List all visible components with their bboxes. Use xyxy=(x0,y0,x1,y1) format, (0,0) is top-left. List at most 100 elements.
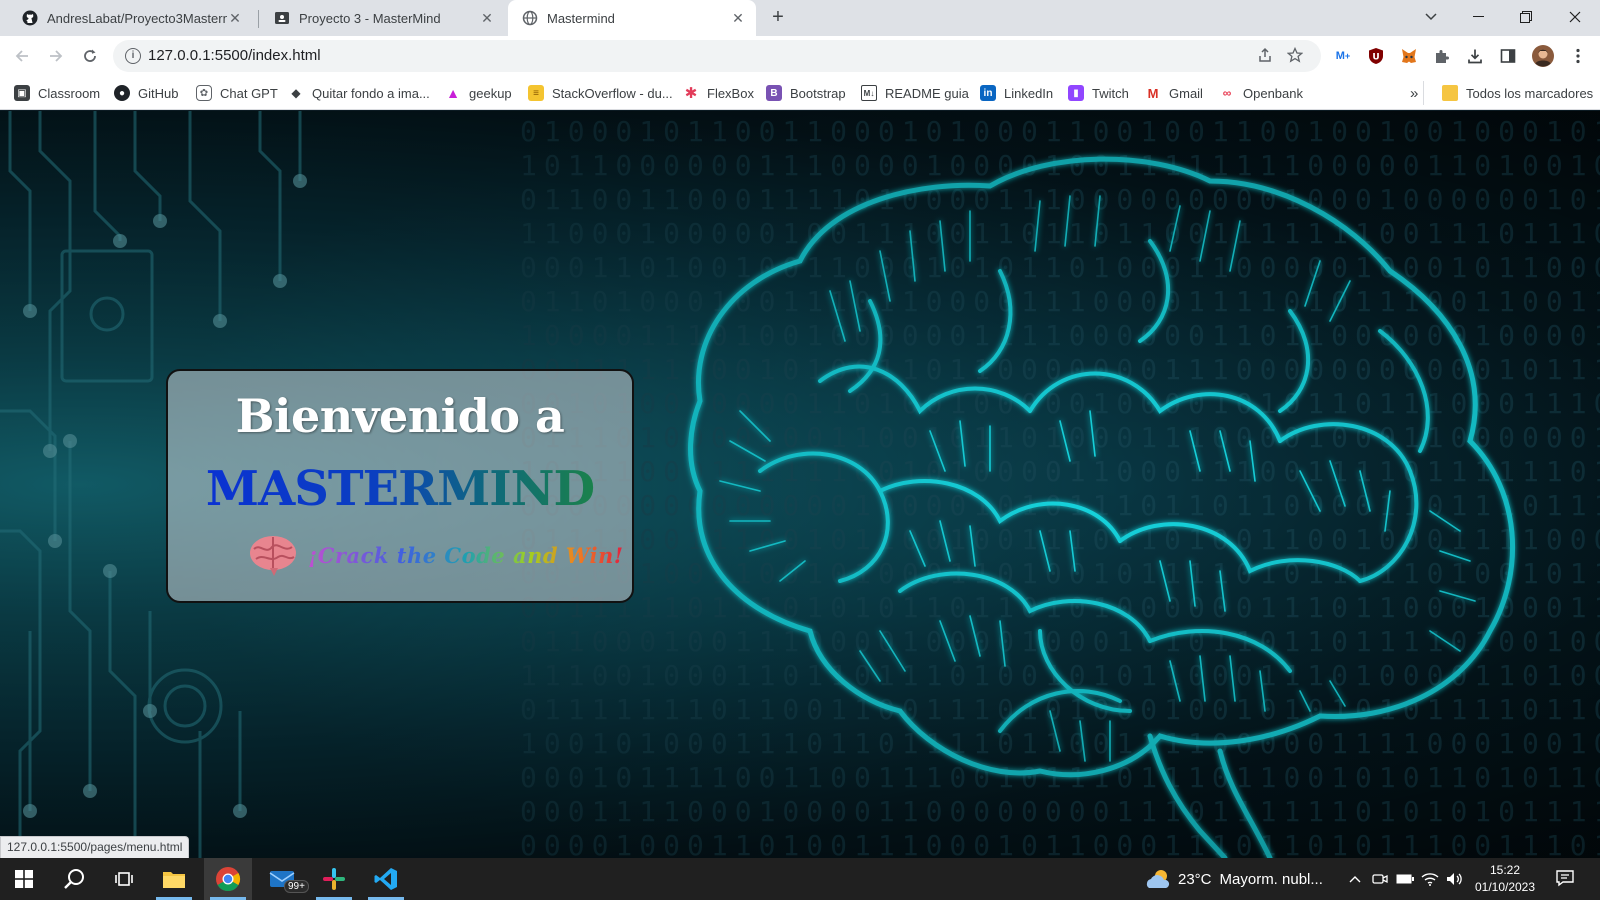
flexbox-icon: ✱ xyxy=(684,85,698,102)
notifications-icon[interactable] xyxy=(1556,869,1574,887)
side-panel-icon[interactable] xyxy=(1498,46,1518,66)
mail-unread-badge: 99+ xyxy=(284,880,309,893)
twitch-icon: ▮ xyxy=(1068,85,1084,101)
tagline-row: ¡Crack the Code and Win! xyxy=(248,531,624,579)
vscode-icon xyxy=(374,868,397,890)
bookmark-label: Gmail xyxy=(1169,85,1203,101)
bookmark-star-icon[interactable] xyxy=(1286,46,1304,65)
mail-button[interactable]: 99+ xyxy=(258,858,309,900)
download-icon[interactable] xyxy=(1465,46,1485,66)
bookmark-github[interactable]: ● GitHub xyxy=(114,84,178,102)
close-window-button[interactable] xyxy=(1552,0,1598,34)
stackoverflow-icon: ≡ xyxy=(528,85,544,101)
chrome-taskbar-button[interactable] xyxy=(204,858,252,900)
bookmark-label: geekup xyxy=(469,85,512,101)
bookmark-linkedin[interactable]: in LinkedIn xyxy=(980,84,1053,102)
wifi-icon[interactable] xyxy=(1421,870,1439,888)
tab-github-repo[interactable]: AndresLabat/Proyecto3Mastermind ✕ xyxy=(8,0,253,36)
vscode-button[interactable] xyxy=(362,858,410,900)
bookmark-label: Bootstrap xyxy=(790,85,846,101)
system-clock[interactable]: 15:22 01/10/2023 xyxy=(1470,862,1540,896)
task-view-icon xyxy=(115,872,133,886)
bookmark-label: GitHub xyxy=(138,85,179,101)
weather-temperature: 23°C xyxy=(1178,870,1212,888)
menu-kebab-icon[interactable] xyxy=(1568,46,1588,66)
volume-icon[interactable] xyxy=(1446,870,1464,888)
bookmark-label: StackOverflow - du... xyxy=(552,85,673,101)
tab-title: Proyecto 3 - MasterMind xyxy=(299,10,441,26)
chrome-icon xyxy=(216,867,241,892)
new-tab-button[interactable]: + xyxy=(766,6,790,30)
bookmarks-bar: ▣ Classroom ● GitHub ✿ Chat GPT ◆ Quitar… xyxy=(0,76,1600,110)
search-icon xyxy=(64,869,84,889)
welcome-card[interactable]: Bienvenido a MASTERMIND ¡Crack the Code … xyxy=(166,369,634,603)
layers-icon: ◆ xyxy=(291,86,301,100)
bookmark-readme[interactable]: M↓ README guia xyxy=(861,84,969,102)
forward-arrow-icon[interactable] xyxy=(42,42,70,70)
bookmark-stackoverflow[interactable]: ≡ StackOverflow - du... xyxy=(528,84,673,102)
restore-button[interactable] xyxy=(1503,0,1549,34)
minimize-button[interactable] xyxy=(1456,0,1502,34)
page-viewport: 0100010110011000101000110010011001001001… xyxy=(0,111,1600,858)
bookmark-label: Chat GPT xyxy=(220,85,278,101)
github-icon xyxy=(22,10,38,26)
show-hidden-icons-chevron-icon[interactable] xyxy=(1346,870,1364,888)
chatgpt-icon: ✿ xyxy=(196,85,212,101)
partly-cloudy-icon xyxy=(1146,870,1170,888)
bookmark-label: Twitch xyxy=(1092,85,1129,101)
bookmark-bootstrap[interactable]: B Bootstrap xyxy=(766,84,846,102)
bookmark-label: Openbank xyxy=(1243,85,1303,101)
bookmark-label: Quitar fondo a ima... xyxy=(312,85,430,101)
openbank-icon: ∞ xyxy=(1222,86,1232,100)
file-explorer-button[interactable] xyxy=(150,858,198,900)
bookmark-label: Classroom xyxy=(38,85,101,101)
classroom-icon xyxy=(274,10,290,26)
slack-icon xyxy=(323,868,345,890)
linkedin-icon: in xyxy=(980,85,996,101)
gmail-icon: M xyxy=(1147,85,1159,101)
bookmarks-divider xyxy=(1423,81,1424,105)
metamask-fox-icon[interactable] xyxy=(1399,46,1419,66)
bookmark-classroom[interactable]: ▣ Classroom xyxy=(14,84,100,102)
weather-widget[interactable]: 23°C Mayorm. nubl... xyxy=(1144,858,1323,900)
meet-now-icon[interactable] xyxy=(1371,870,1389,888)
back-arrow-icon[interactable] xyxy=(8,42,36,70)
bookmark-openbank[interactable]: ∞ Openbank xyxy=(1219,84,1303,102)
start-button[interactable] xyxy=(0,858,48,900)
reload-icon[interactable] xyxy=(76,42,104,70)
site-info-icon[interactable]: i xyxy=(125,48,141,64)
weather-description: Mayorm. nubl... xyxy=(1219,870,1323,888)
all-bookmarks-label: Todos los marcadores xyxy=(1466,85,1594,101)
tab-mastermind[interactable]: Mastermind ✕ xyxy=(508,0,756,36)
tab-classroom-project[interactable]: Proyecto 3 - MasterMind ✕ xyxy=(260,0,505,36)
bookmark-flexbox[interactable]: ✱ FlexBox xyxy=(683,84,754,102)
bookmark-chatgpt[interactable]: ✿ Chat GPT xyxy=(196,84,278,102)
svg-text:U: U xyxy=(1372,53,1379,63)
welcome-heading: Bienvenido a xyxy=(235,389,565,443)
bookmarks-overflow-button[interactable]: » xyxy=(1410,84,1418,102)
bookmark-geekup[interactable]: ▲ geekup xyxy=(445,84,512,102)
close-tab-icon[interactable]: ✕ xyxy=(479,10,495,27)
share-icon[interactable] xyxy=(1256,47,1274,65)
extensions-puzzle-icon[interactable] xyxy=(1432,46,1452,66)
slack-button[interactable] xyxy=(310,858,358,900)
bookmark-label: FlexBox xyxy=(707,85,754,101)
geekup-icon: ▲ xyxy=(446,85,460,101)
tab-search-icon[interactable] xyxy=(1408,0,1454,34)
task-view-button[interactable] xyxy=(100,858,148,900)
close-tab-icon[interactable]: ✕ xyxy=(227,10,243,27)
bookmark-quitar-fondo[interactable]: ◆ Quitar fondo a ima... xyxy=(288,84,430,102)
ublock-icon[interactable]: U xyxy=(1366,46,1386,66)
bookmark-twitch[interactable]: ▮ Twitch xyxy=(1068,84,1129,102)
extension-mt-icon[interactable]: M + xyxy=(1333,46,1353,66)
all-bookmarks-folder[interactable]: Todos los marcadores xyxy=(1442,84,1593,102)
close-tab-icon[interactable]: ✕ xyxy=(730,10,746,27)
address-bar[interactable]: i 127.0.0.1:5500/index.html xyxy=(113,40,1321,72)
globe-icon xyxy=(522,10,538,26)
battery-icon[interactable] xyxy=(1396,870,1414,888)
tab-title: AndresLabat/Proyecto3Mastermind xyxy=(47,10,227,26)
bookmark-gmail[interactable]: M Gmail xyxy=(1145,84,1203,102)
profile-avatar[interactable] xyxy=(1531,44,1555,68)
folder-icon xyxy=(163,872,185,888)
search-button[interactable] xyxy=(50,858,98,900)
